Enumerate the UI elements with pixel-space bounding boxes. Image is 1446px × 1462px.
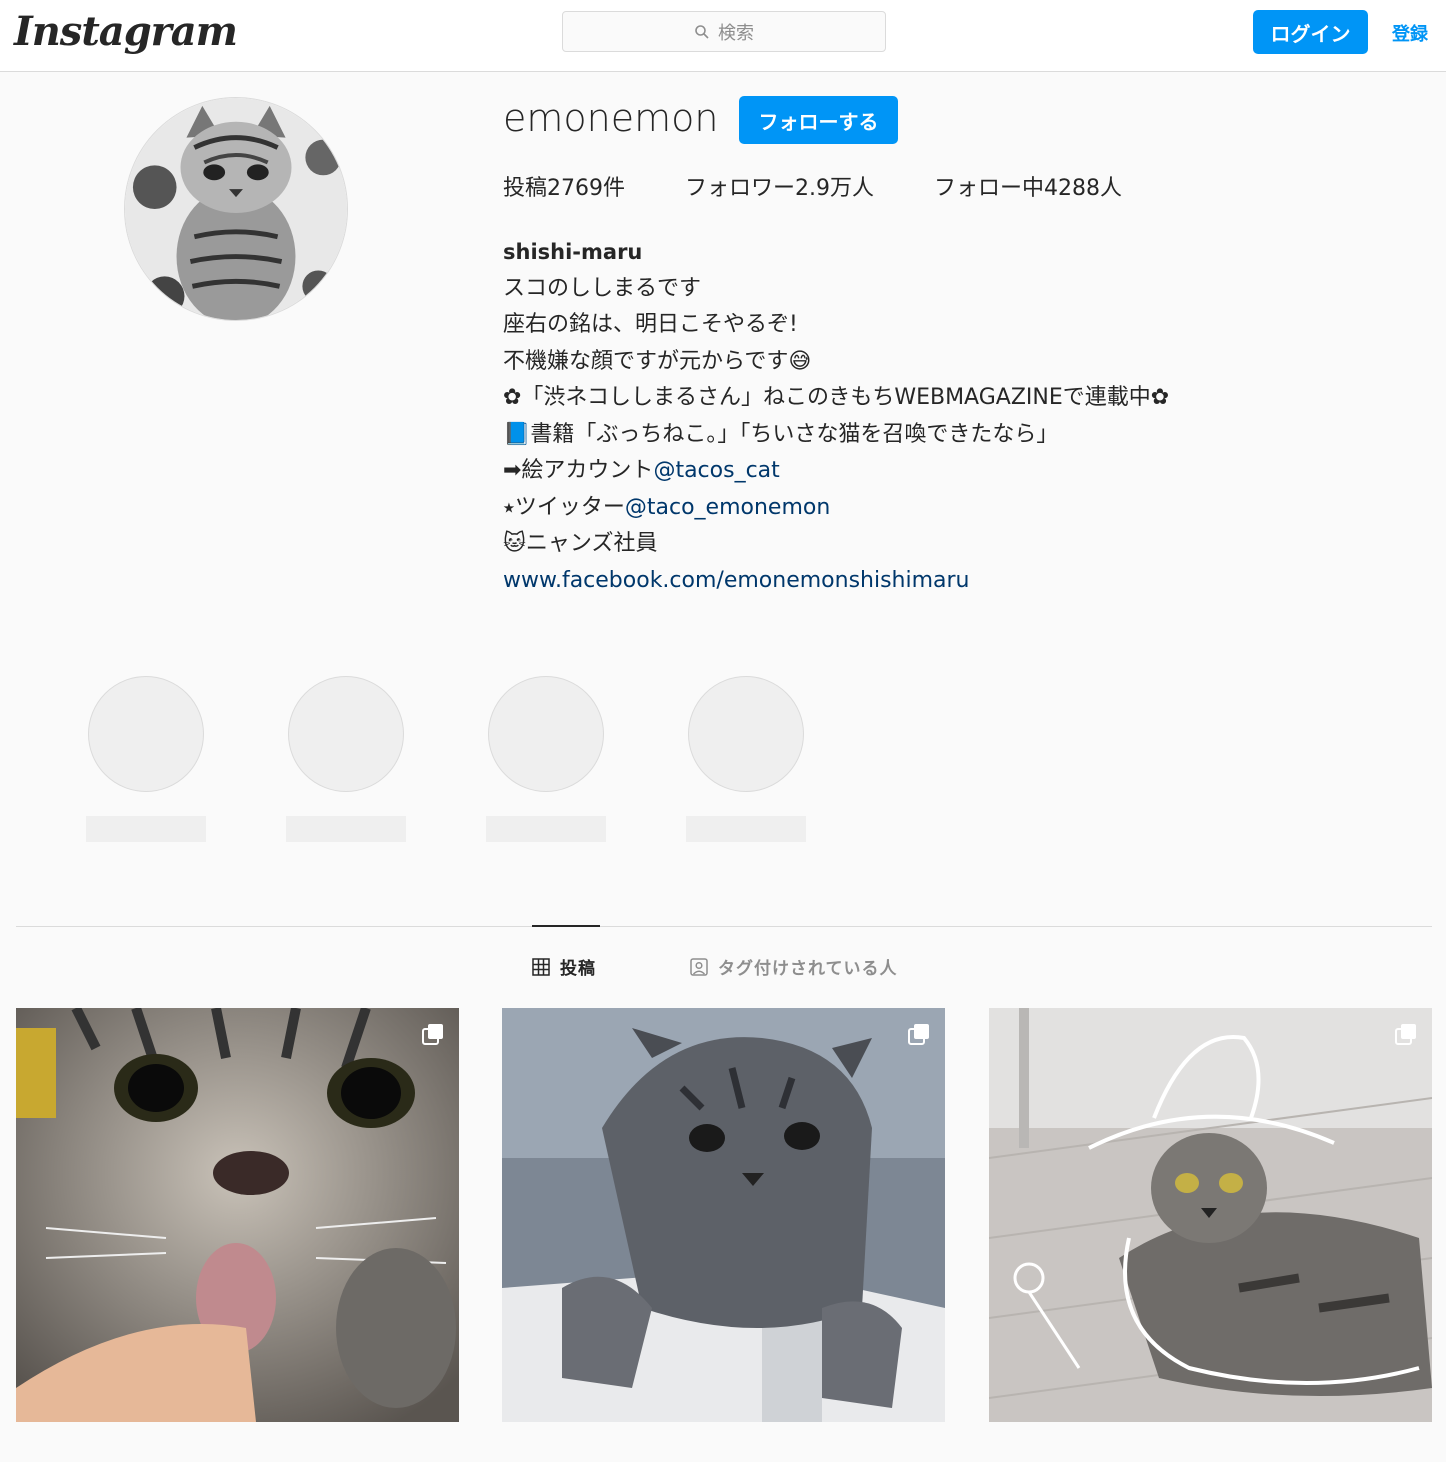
bio-line: ✿「渋ネコししまるさん」ねこのきもちWEBMAGAZINEで連載中✿ — [503, 385, 1170, 410]
website-link[interactable]: www.facebook.com/emonemonshishimaru — [503, 568, 970, 593]
story-highlight[interactable] — [686, 676, 806, 842]
story-highlight[interactable] — [486, 676, 606, 842]
active-tab-indicator — [532, 925, 600, 927]
highlight-cover-placeholder — [488, 676, 604, 792]
signup-link[interactable]: 登録 — [1392, 20, 1428, 46]
post-thumbnail[interactable] — [502, 1008, 945, 1422]
highlight-cover-placeholder — [688, 676, 804, 792]
tagged-icon — [690, 957, 708, 976]
instagram-logo[interactable]: Instagram — [14, 8, 238, 55]
bio-line: 座右の銘は、明日こそやるぞ! — [503, 312, 798, 337]
multiple-posts-icon — [422, 1024, 443, 1045]
tab-tagged-label: タグ付けされている人 — [718, 959, 898, 979]
highlight-cover-placeholder — [88, 676, 204, 792]
bio-line-text: ⭑ツイッター — [503, 494, 625, 520]
story-highlight[interactable] — [86, 676, 206, 842]
following-count[interactable]: フォロー中4288人 — [934, 170, 1122, 202]
multiple-posts-icon — [908, 1024, 929, 1045]
highlight-title-placeholder — [286, 816, 406, 842]
follow-button[interactable]: フォローする — [739, 96, 898, 144]
tab-tagged[interactable]: タグ付けされている人 — [690, 954, 898, 979]
bio-line: ➡絵アカウント@tacos_cat — [503, 453, 1169, 490]
profile-stats: 投稿2769件 フォロワー2.9万人 フォロー中4288人 — [503, 170, 1122, 202]
highlight-title-placeholder — [86, 816, 206, 842]
highlight-cover-placeholder — [288, 676, 404, 792]
bio-line-text: ➡絵アカウント — [503, 458, 654, 483]
profile-avatar[interactable] — [124, 97, 348, 321]
mention-link-taco-emonemon[interactable]: @taco_emonemon — [625, 495, 830, 520]
post-thumbnail[interactable] — [16, 1008, 459, 1422]
posts-count: 投稿2769件 — [503, 176, 625, 201]
followers-count[interactable]: フォロワー2.9万人 — [685, 170, 874, 202]
post-thumbnail[interactable] — [989, 1008, 1432, 1422]
search-input[interactable]: 検索 — [562, 11, 886, 52]
mention-link-tacos-cat[interactable]: @tacos_cat — [653, 458, 779, 483]
search-placeholder: 検索 — [718, 22, 754, 44]
profile-bio: shishi-maru スコのししまるです 座右の銘は、明日こそやるぞ! 不機嫌… — [503, 234, 1169, 599]
highlight-title-placeholder — [486, 816, 606, 842]
bio-line: 不機嫌な顔ですが元からです😅 — [503, 348, 812, 374]
grid-icon — [532, 957, 550, 976]
bio-line: スコのししまるです — [503, 275, 702, 301]
multiple-posts-icon — [1395, 1024, 1416, 1045]
top-navigation-bar: Instagram 検索 ログイン 登録 — [0, 0, 1446, 72]
tabs-divider — [16, 926, 1432, 927]
profile-username: emonemon — [503, 96, 719, 140]
bio-line: 🐱ニャンズ社員 — [503, 531, 658, 556]
bio-line: ⭑ツイッター@taco_emonemon — [503, 490, 1169, 527]
story-highlight[interactable] — [286, 676, 406, 842]
tab-posts-label: 投稿 — [560, 959, 596, 979]
profile-full-name: shishi-maru — [503, 240, 643, 264]
tab-posts[interactable]: 投稿 — [532, 954, 596, 979]
highlight-title-placeholder — [686, 816, 806, 842]
search-icon — [695, 24, 709, 39]
login-button[interactable]: ログイン — [1253, 10, 1368, 54]
bio-line: 📘書籍「ぶっちねこ。」「ちいさな猫を召喚できたなら」 — [503, 421, 1059, 447]
